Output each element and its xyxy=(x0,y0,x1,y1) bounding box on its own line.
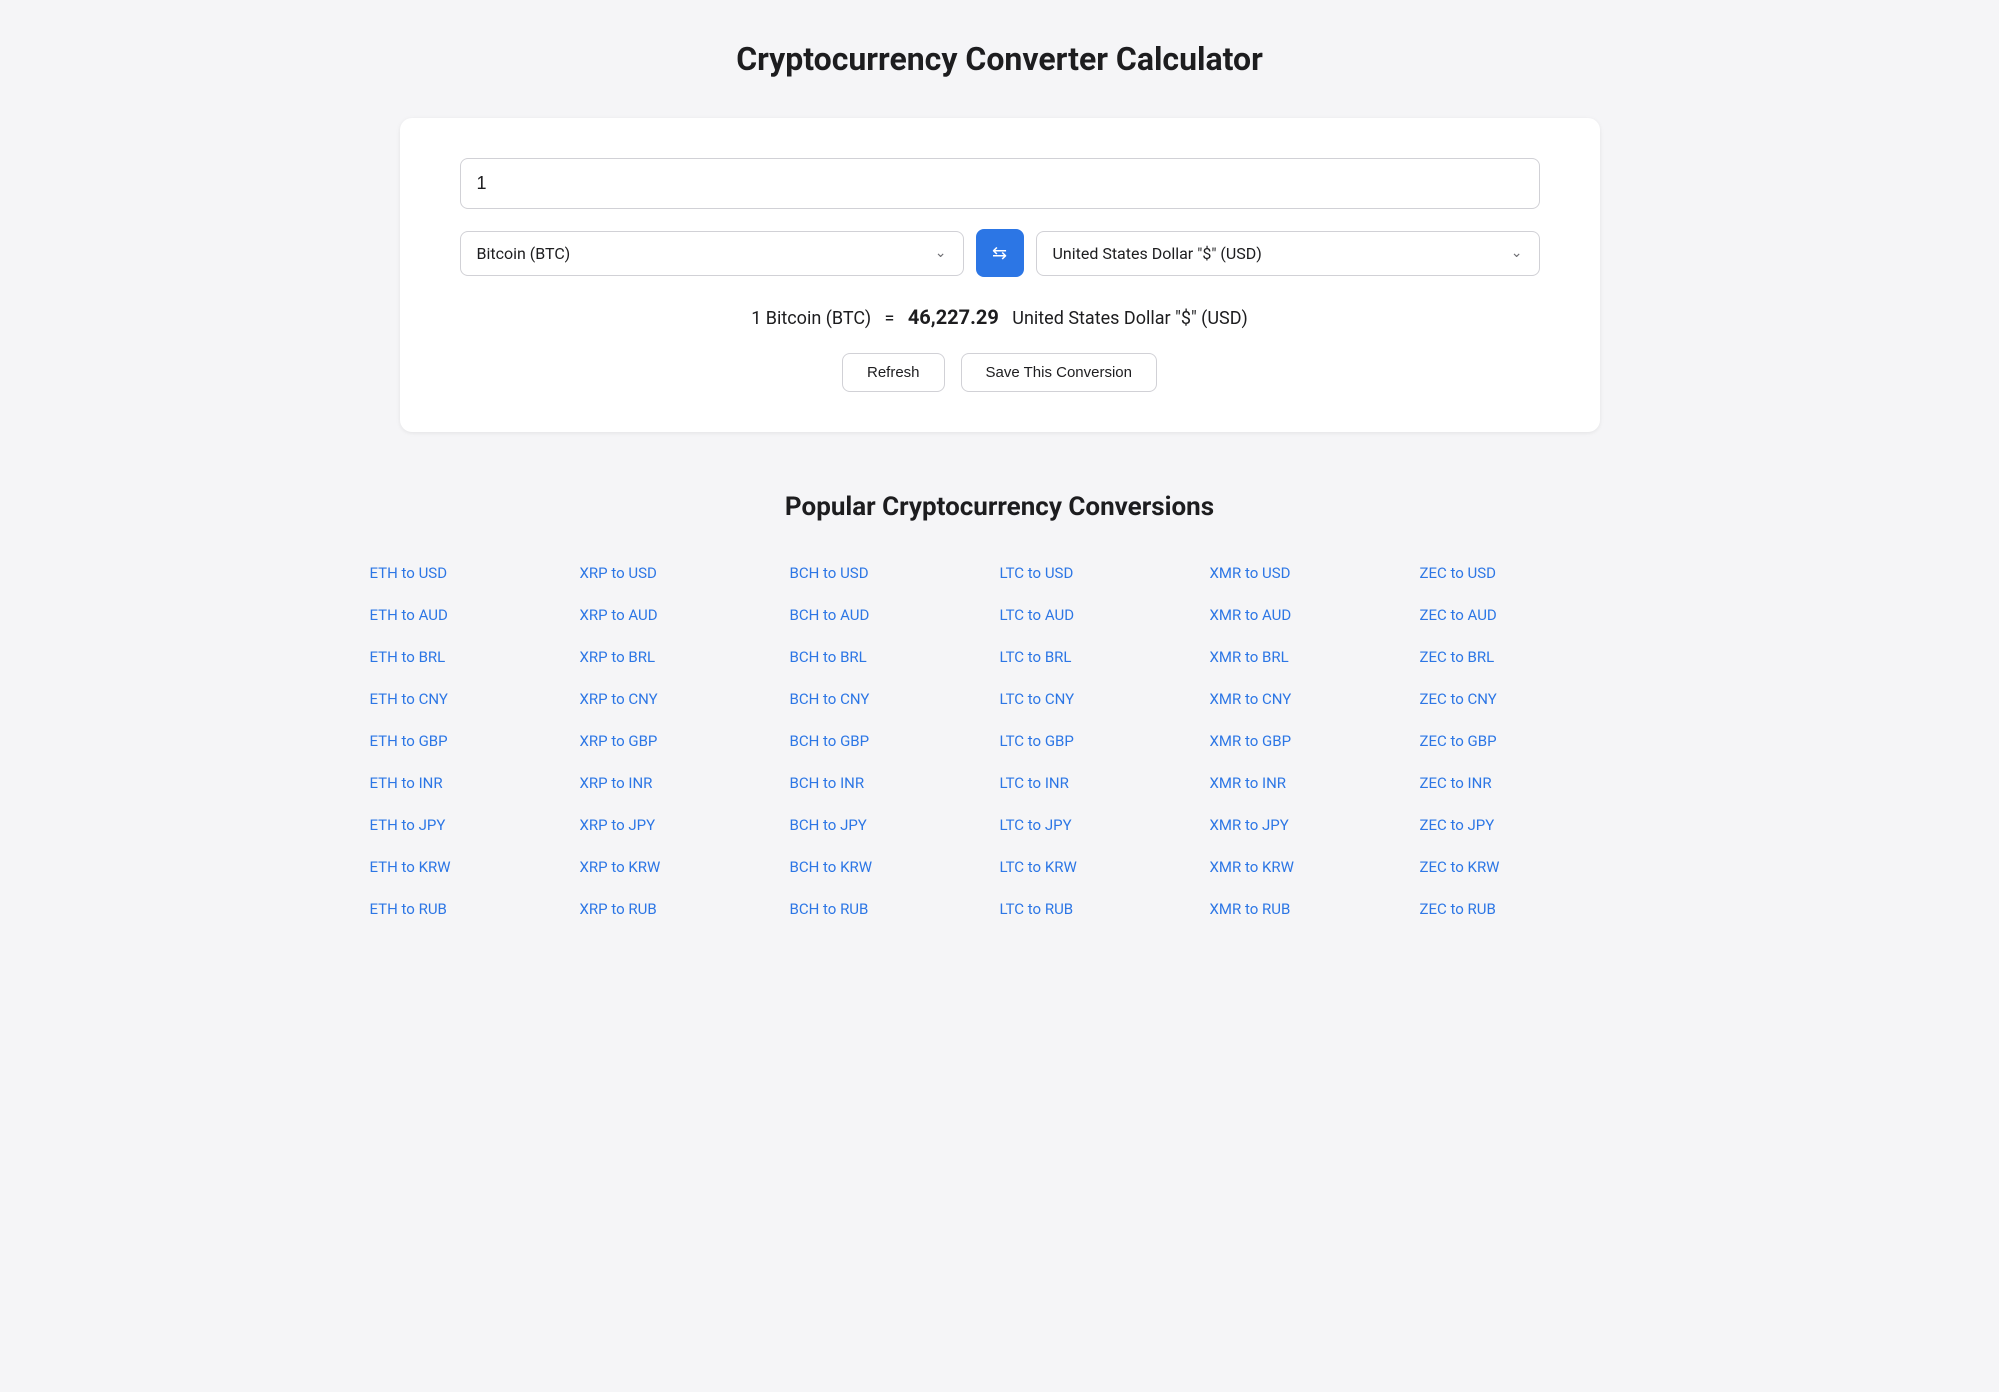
conversion-link[interactable]: BCH to KRW xyxy=(790,852,1000,882)
conversion-link[interactable]: LTC to INR xyxy=(1000,768,1210,798)
swap-button[interactable]: ⇆ xyxy=(976,229,1024,277)
conversion-link[interactable]: XMR to BRL xyxy=(1210,642,1420,672)
conversion-link[interactable]: BCH to RUB xyxy=(790,894,1000,924)
swap-icon: ⇆ xyxy=(992,243,1007,264)
conversion-link[interactable]: ETH to BRL xyxy=(370,642,580,672)
conversion-link[interactable]: ETH to CNY xyxy=(370,684,580,714)
conversion-link[interactable]: BCH to JPY xyxy=(790,810,1000,840)
conversion-link[interactable]: XRP to AUD xyxy=(580,600,790,630)
conversion-link[interactable]: XMR to AUD xyxy=(1210,600,1420,630)
conversion-link[interactable]: ZEC to KRW xyxy=(1420,852,1630,882)
conversion-link[interactable]: ETH to AUD xyxy=(370,600,580,630)
conversion-link[interactable]: ETH to USD xyxy=(370,558,580,588)
conversion-link[interactable]: LTC to CNY xyxy=(1000,684,1210,714)
conversion-link[interactable]: XMR to RUB xyxy=(1210,894,1420,924)
result-from-text: 1 Bitcoin (BTC) xyxy=(751,308,871,329)
refresh-button[interactable]: Refresh xyxy=(842,353,945,392)
result-to-currency: United States Dollar "$" (USD) xyxy=(1012,308,1248,329)
conversion-link[interactable]: XMR to KRW xyxy=(1210,852,1420,882)
page-title: Cryptocurrency Converter Calculator xyxy=(20,40,1979,78)
conversion-link[interactable]: XRP to RUB xyxy=(580,894,790,924)
conversion-link[interactable]: BCH to CNY xyxy=(790,684,1000,714)
conversion-link[interactable]: XRP to KRW xyxy=(580,852,790,882)
from-currency-selector[interactable]: Bitcoin (BTC) ⌄ xyxy=(460,231,964,276)
from-currency-chevron-icon: ⌄ xyxy=(935,245,947,261)
conversion-link[interactable]: ZEC to USD xyxy=(1420,558,1630,588)
conversion-link[interactable]: XRP to BRL xyxy=(580,642,790,672)
conversion-link[interactable]: ZEC to GBP xyxy=(1420,726,1630,756)
conversion-link[interactable]: ETH to JPY xyxy=(370,810,580,840)
conversion-link[interactable]: ZEC to AUD xyxy=(1420,600,1630,630)
conversion-link[interactable]: LTC to GBP xyxy=(1000,726,1210,756)
conversion-link[interactable]: BCH to AUD xyxy=(790,600,1000,630)
conversion-link[interactable]: LTC to RUB xyxy=(1000,894,1210,924)
conversion-link[interactable]: ZEC to JPY xyxy=(1420,810,1630,840)
conversion-link[interactable]: LTC to USD xyxy=(1000,558,1210,588)
save-conversion-button[interactable]: Save This Conversion xyxy=(961,353,1157,392)
popular-conversions-section: Popular Cryptocurrency Conversions ETH t… xyxy=(350,492,1650,924)
conversion-link[interactable]: XMR to INR xyxy=(1210,768,1420,798)
to-currency-selector[interactable]: United States Dollar "$" (USD) ⌄ xyxy=(1036,231,1540,276)
action-buttons: Refresh Save This Conversion xyxy=(460,353,1540,392)
currency-row: Bitcoin (BTC) ⌄ ⇆ United States Dollar "… xyxy=(460,229,1540,277)
conversion-link[interactable]: BCH to BRL xyxy=(790,642,1000,672)
conversion-link[interactable]: LTC to BRL xyxy=(1000,642,1210,672)
conversion-link[interactable]: XRP to JPY xyxy=(580,810,790,840)
conversion-link[interactable]: XRP to USD xyxy=(580,558,790,588)
conversion-link[interactable]: ZEC to BRL xyxy=(1420,642,1630,672)
equals-sign: = xyxy=(885,308,895,329)
conversion-link[interactable]: ETH to GBP xyxy=(370,726,580,756)
conversion-link[interactable]: ZEC to RUB xyxy=(1420,894,1630,924)
conversion-link[interactable]: XMR to USD xyxy=(1210,558,1420,588)
from-currency-label: Bitcoin (BTC) xyxy=(477,244,935,263)
conversion-link[interactable]: LTC to KRW xyxy=(1000,852,1210,882)
amount-input[interactable] xyxy=(460,158,1540,209)
conversion-link[interactable]: LTC to AUD xyxy=(1000,600,1210,630)
popular-title: Popular Cryptocurrency Conversions xyxy=(350,492,1650,522)
result-row: 1 Bitcoin (BTC) = 46,227.29 United State… xyxy=(460,305,1540,329)
conversion-link[interactable]: BCH to USD xyxy=(790,558,1000,588)
conversion-link[interactable]: XRP to GBP xyxy=(580,726,790,756)
conversion-link[interactable]: LTC to JPY xyxy=(1000,810,1210,840)
converter-card: Bitcoin (BTC) ⌄ ⇆ United States Dollar "… xyxy=(400,118,1600,432)
conversion-link[interactable]: ETH to RUB xyxy=(370,894,580,924)
to-currency-chevron-icon: ⌄ xyxy=(1511,245,1523,261)
conversion-link[interactable]: ZEC to INR xyxy=(1420,768,1630,798)
conversion-link[interactable]: XRP to CNY xyxy=(580,684,790,714)
conversion-link[interactable]: BCH to INR xyxy=(790,768,1000,798)
conversion-link[interactable]: XMR to JPY xyxy=(1210,810,1420,840)
conversion-link[interactable]: ZEC to CNY xyxy=(1420,684,1630,714)
conversion-link[interactable]: XMR to GBP xyxy=(1210,726,1420,756)
conversion-link[interactable]: XRP to INR xyxy=(580,768,790,798)
conversion-link[interactable]: ETH to KRW xyxy=(370,852,580,882)
result-amount: 46,227.29 xyxy=(908,305,999,329)
conversion-link[interactable]: BCH to GBP xyxy=(790,726,1000,756)
conversion-link[interactable]: XMR to CNY xyxy=(1210,684,1420,714)
to-currency-label: United States Dollar "$" (USD) xyxy=(1053,244,1511,263)
conversions-grid: ETH to USDXRP to USDBCH to USDLTC to USD… xyxy=(350,558,1650,924)
conversion-link[interactable]: ETH to INR xyxy=(370,768,580,798)
